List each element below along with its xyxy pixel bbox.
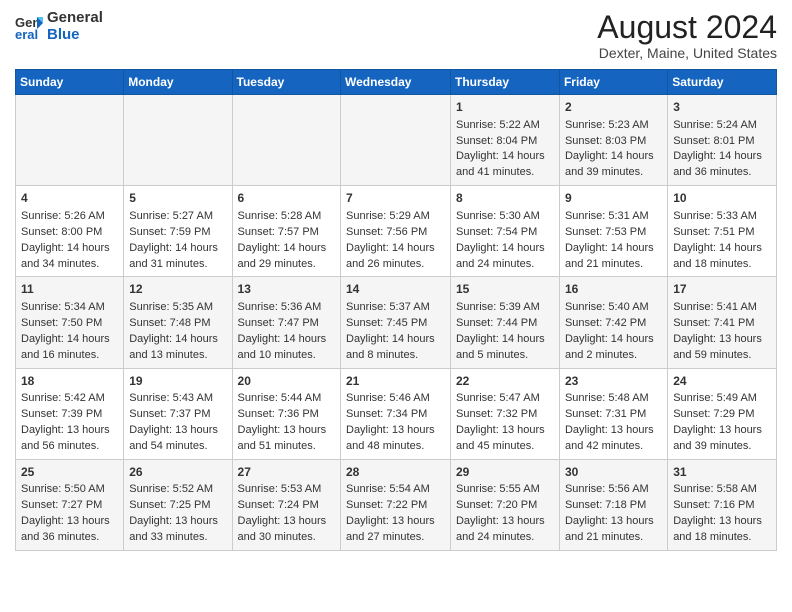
logo-general: General bbox=[47, 9, 103, 26]
day-cell: 19Sunrise: 5:43 AMSunset: 7:37 PMDayligh… bbox=[124, 368, 232, 459]
day-number: 20 bbox=[238, 373, 335, 390]
header-cell-thursday: Thursday bbox=[450, 70, 559, 95]
day-cell: 7Sunrise: 5:29 AMSunset: 7:56 PMDaylight… bbox=[341, 186, 451, 277]
day-cell: 24Sunrise: 5:49 AMSunset: 7:29 PMDayligh… bbox=[668, 368, 777, 459]
day-cell: 27Sunrise: 5:53 AMSunset: 7:24 PMDayligh… bbox=[232, 459, 340, 550]
calendar-table: SundayMondayTuesdayWednesdayThursdayFrid… bbox=[15, 69, 777, 551]
day-cell: 21Sunrise: 5:46 AMSunset: 7:34 PMDayligh… bbox=[341, 368, 451, 459]
header-cell-sunday: Sunday bbox=[16, 70, 124, 95]
day-number: 14 bbox=[346, 281, 445, 298]
day-number: 13 bbox=[238, 281, 335, 298]
day-cell: 10Sunrise: 5:33 AMSunset: 7:51 PMDayligh… bbox=[668, 186, 777, 277]
day-cell: 2Sunrise: 5:23 AMSunset: 8:03 PMDaylight… bbox=[559, 95, 667, 186]
day-cell: 29Sunrise: 5:55 AMSunset: 7:20 PMDayligh… bbox=[450, 459, 559, 550]
day-number: 3 bbox=[673, 99, 771, 116]
day-number: 10 bbox=[673, 190, 771, 207]
day-cell: 12Sunrise: 5:35 AMSunset: 7:48 PMDayligh… bbox=[124, 277, 232, 368]
day-number: 29 bbox=[456, 464, 554, 481]
day-cell: 3Sunrise: 5:24 AMSunset: 8:01 PMDaylight… bbox=[668, 95, 777, 186]
day-number: 19 bbox=[129, 373, 226, 390]
day-number: 6 bbox=[238, 190, 335, 207]
day-number: 12 bbox=[129, 281, 226, 298]
day-cell: 28Sunrise: 5:54 AMSunset: 7:22 PMDayligh… bbox=[341, 459, 451, 550]
calendar-page: Gen eral General Blue August 2024 Dexter… bbox=[0, 0, 792, 566]
day-number: 24 bbox=[673, 373, 771, 390]
svg-text:eral: eral bbox=[15, 27, 38, 41]
day-cell: 30Sunrise: 5:56 AMSunset: 7:18 PMDayligh… bbox=[559, 459, 667, 550]
day-cell: 9Sunrise: 5:31 AMSunset: 7:53 PMDaylight… bbox=[559, 186, 667, 277]
day-cell: 4Sunrise: 5:26 AMSunset: 8:00 PMDaylight… bbox=[16, 186, 124, 277]
day-cell: 8Sunrise: 5:30 AMSunset: 7:54 PMDaylight… bbox=[450, 186, 559, 277]
day-cell bbox=[232, 95, 340, 186]
day-cell: 31Sunrise: 5:58 AMSunset: 7:16 PMDayligh… bbox=[668, 459, 777, 550]
day-cell: 13Sunrise: 5:36 AMSunset: 7:47 PMDayligh… bbox=[232, 277, 340, 368]
day-number: 2 bbox=[565, 99, 662, 116]
calendar-body: 1Sunrise: 5:22 AMSunset: 8:04 PMDaylight… bbox=[16, 95, 777, 551]
day-number: 1 bbox=[456, 99, 554, 116]
day-cell: 26Sunrise: 5:52 AMSunset: 7:25 PMDayligh… bbox=[124, 459, 232, 550]
header-cell-tuesday: Tuesday bbox=[232, 70, 340, 95]
day-number: 11 bbox=[21, 281, 118, 298]
day-cell bbox=[124, 95, 232, 186]
header-row: SundayMondayTuesdayWednesdayThursdayFrid… bbox=[16, 70, 777, 95]
day-number: 26 bbox=[129, 464, 226, 481]
week-row-1: 1Sunrise: 5:22 AMSunset: 8:04 PMDaylight… bbox=[16, 95, 777, 186]
day-cell: 22Sunrise: 5:47 AMSunset: 7:32 PMDayligh… bbox=[450, 368, 559, 459]
header-cell-saturday: Saturday bbox=[668, 70, 777, 95]
day-cell: 6Sunrise: 5:28 AMSunset: 7:57 PMDaylight… bbox=[232, 186, 340, 277]
day-number: 17 bbox=[673, 281, 771, 298]
day-number: 16 bbox=[565, 281, 662, 298]
day-number: 7 bbox=[346, 190, 445, 207]
day-cell: 25Sunrise: 5:50 AMSunset: 7:27 PMDayligh… bbox=[16, 459, 124, 550]
month-year: August 2024 bbox=[597, 10, 777, 45]
day-number: 27 bbox=[238, 464, 335, 481]
day-cell bbox=[16, 95, 124, 186]
day-cell: 23Sunrise: 5:48 AMSunset: 7:31 PMDayligh… bbox=[559, 368, 667, 459]
logo-icon: Gen eral bbox=[15, 13, 43, 41]
day-number: 4 bbox=[21, 190, 118, 207]
day-cell: 18Sunrise: 5:42 AMSunset: 7:39 PMDayligh… bbox=[16, 368, 124, 459]
day-number: 28 bbox=[346, 464, 445, 481]
day-number: 31 bbox=[673, 464, 771, 481]
logo: Gen eral General Blue bbox=[15, 10, 103, 43]
day-number: 18 bbox=[21, 373, 118, 390]
week-row-5: 25Sunrise: 5:50 AMSunset: 7:27 PMDayligh… bbox=[16, 459, 777, 550]
header-cell-monday: Monday bbox=[124, 70, 232, 95]
header: Gen eral General Blue August 2024 Dexter… bbox=[15, 10, 777, 61]
calendar-header: SundayMondayTuesdayWednesdayThursdayFrid… bbox=[16, 70, 777, 95]
header-cell-friday: Friday bbox=[559, 70, 667, 95]
day-cell: 17Sunrise: 5:41 AMSunset: 7:41 PMDayligh… bbox=[668, 277, 777, 368]
day-number: 5 bbox=[129, 190, 226, 207]
day-cell: 14Sunrise: 5:37 AMSunset: 7:45 PMDayligh… bbox=[341, 277, 451, 368]
header-cell-wednesday: Wednesday bbox=[341, 70, 451, 95]
day-number: 25 bbox=[21, 464, 118, 481]
day-number: 22 bbox=[456, 373, 554, 390]
week-row-3: 11Sunrise: 5:34 AMSunset: 7:50 PMDayligh… bbox=[16, 277, 777, 368]
location: Dexter, Maine, United States bbox=[597, 45, 777, 61]
day-number: 21 bbox=[346, 373, 445, 390]
title-block: August 2024 Dexter, Maine, United States bbox=[597, 10, 777, 61]
day-cell: 1Sunrise: 5:22 AMSunset: 8:04 PMDaylight… bbox=[450, 95, 559, 186]
day-cell: 15Sunrise: 5:39 AMSunset: 7:44 PMDayligh… bbox=[450, 277, 559, 368]
day-number: 15 bbox=[456, 281, 554, 298]
day-cell: 5Sunrise: 5:27 AMSunset: 7:59 PMDaylight… bbox=[124, 186, 232, 277]
day-number: 8 bbox=[456, 190, 554, 207]
week-row-4: 18Sunrise: 5:42 AMSunset: 7:39 PMDayligh… bbox=[16, 368, 777, 459]
day-number: 9 bbox=[565, 190, 662, 207]
logo-text: General Blue bbox=[47, 10, 103, 43]
day-cell: 16Sunrise: 5:40 AMSunset: 7:42 PMDayligh… bbox=[559, 277, 667, 368]
week-row-2: 4Sunrise: 5:26 AMSunset: 8:00 PMDaylight… bbox=[16, 186, 777, 277]
day-cell bbox=[341, 95, 451, 186]
day-number: 30 bbox=[565, 464, 662, 481]
day-number: 23 bbox=[565, 373, 662, 390]
day-cell: 20Sunrise: 5:44 AMSunset: 7:36 PMDayligh… bbox=[232, 368, 340, 459]
logo-blue: Blue bbox=[47, 26, 80, 43]
day-cell: 11Sunrise: 5:34 AMSunset: 7:50 PMDayligh… bbox=[16, 277, 124, 368]
